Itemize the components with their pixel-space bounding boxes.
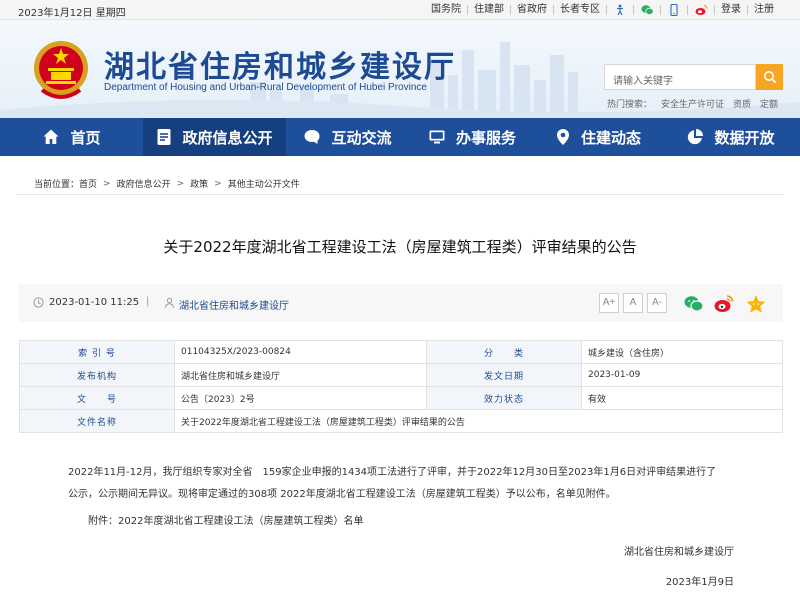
nav-label: 政府信息公开 <box>182 128 273 147</box>
nav-label: 数据开放 <box>714 128 775 147</box>
table-row: 索 引 号 01104325X/2023-00824 分 类 城乡建设（含住房） <box>19 340 783 364</box>
main-nav: 首页 政府信息公开 互动交流 办事服务 住建动态 数据开放 <box>0 118 800 156</box>
national-emblem-logo <box>34 41 88 99</box>
info-value: 2023-01-09 <box>581 363 783 387</box>
breadcrumb: 当前位置： 首页 > 政府信息公开 > 政策 > 其他主动公开文件 <box>34 177 300 191</box>
register-link[interactable]: 注册 <box>748 3 780 16</box>
hot-search-label: 热门搜索： <box>607 100 653 110</box>
meta-separator: | <box>146 296 150 307</box>
chat-icon <box>304 130 320 144</box>
search-input[interactable]: 请输入关键字 <box>604 64 756 90</box>
attachment-link[interactable]: 附件：2022年度湖北省工程建设工法（房屋建筑工程类）名单 <box>88 511 363 533</box>
nav-label: 办事服务 <box>455 128 516 147</box>
info-value: 公告〔2023〕2号 <box>174 386 427 410</box>
font-decrease-button[interactable]: A- <box>647 293 667 313</box>
wechat-share-icon[interactable] <box>683 293 705 315</box>
breadcrumb-label: 当前位置： <box>34 180 80 190</box>
nav-item-services[interactable]: 办事服务 <box>409 118 535 156</box>
info-label: 分 类 <box>426 340 582 364</box>
breadcrumb-separator: > <box>214 178 222 189</box>
weibo-share-icon[interactable] <box>713 293 735 315</box>
document-info-table: 索 引 号 01104325X/2023-00824 分 类 城乡建设（含住房）… <box>19 340 783 433</box>
article-meta-bar: 2023-01-10 11:25 | 湖北省住房和城乡建设厅 A+ A A- <box>19 284 783 322</box>
clock-icon <box>33 297 44 308</box>
site-subtitle: Department of Housing and Urban-Rural De… <box>104 82 427 93</box>
nav-item-gov-info[interactable]: 政府信息公开 <box>143 118 286 156</box>
divider <box>660 4 661 15</box>
table-row: 文件名称 关于2022年度湖北省工程建设工法（房屋建筑工程类）评审结果的公告 <box>19 409 783 433</box>
wechat-icon[interactable] <box>641 4 654 16</box>
divider <box>633 4 634 15</box>
nav-label: 首页 <box>70 128 101 147</box>
divider <box>606 4 607 15</box>
info-label: 文 号 <box>19 386 175 410</box>
breadcrumb-item[interactable]: 其他主动公开文件 <box>228 177 300 190</box>
home-icon <box>43 129 59 144</box>
info-value: 湖北省住房和城乡建设厅 <box>174 363 427 387</box>
weibo-icon[interactable] <box>695 4 708 16</box>
info-label: 索 引 号 <box>19 340 175 364</box>
hot-search-item[interactable]: 资质 <box>733 97 751 110</box>
hot-search-item[interactable]: 定额 <box>760 97 778 110</box>
top-links: 国务院 住建部 省政府 长者专区 登录 注册 <box>425 3 780 16</box>
breadcrumb-separator: > <box>103 178 111 189</box>
article-title: 关于2022年度湖北省工程建设工法（房屋建筑工程类）评审结果的公告 <box>163 238 637 256</box>
current-date: 2023年1月12日 星期四 <box>18 8 126 19</box>
breadcrumb-item[interactable]: 政策 <box>190 177 208 190</box>
nav-item-open-data[interactable]: 数据开放 <box>661 118 800 156</box>
info-value: 01104325X/2023-00824 <box>174 340 427 364</box>
info-label: 效力状态 <box>426 386 582 410</box>
nav-item-home[interactable]: 首页 <box>0 118 143 156</box>
article-paragraph: 公示，公示期间无异议。现将审定通过的308项 2022年度湖北省工程建设工法（房… <box>68 489 616 500</box>
info-label: 发文日期 <box>426 363 582 387</box>
table-row: 文 号 公告〔2023〕2号 效力状态 有效 <box>19 386 783 410</box>
breadcrumb-item[interactable]: 政府信息公开 <box>117 177 171 190</box>
info-value: 关于2022年度湖北省工程建设工法（房屋建筑工程类）评审结果的公告 <box>174 409 783 433</box>
monitor-icon <box>429 130 445 144</box>
publish-time: 2023-01-10 11:25 <box>49 297 140 308</box>
top-bar: 2023年1月12日 星期四 国务院 住建部 省政府 长者专区 登录 注册 <box>0 0 800 20</box>
publisher: 湖北省住房和城乡建设厅 <box>179 301 289 312</box>
accessibility-icon[interactable] <box>614 4 626 16</box>
hot-search: 热门搜索： 安全生产许可证 资质 定额 <box>607 97 787 110</box>
favorite-star-icon[interactable] <box>745 293 767 315</box>
location-icon <box>556 129 569 145</box>
nav-label: 住建动态 <box>580 128 641 147</box>
breadcrumb-separator: > <box>176 178 185 189</box>
site-title: 湖北省住房和城乡建设厅 <box>104 50 456 85</box>
info-value: 城乡建设（含住房） <box>581 340 783 364</box>
info-label: 文件名称 <box>19 409 175 433</box>
top-link-state-council[interactable]: 国务院 <box>425 3 467 16</box>
divider <box>687 4 688 15</box>
login-link[interactable]: 登录 <box>715 3 747 16</box>
hot-search-item[interactable]: 安全生产许可证 <box>661 97 724 110</box>
signature-org: 湖北省住房和城乡建设厅 <box>624 547 734 558</box>
font-default-button[interactable]: A <box>623 293 643 313</box>
user-icon <box>165 297 174 308</box>
nav-item-news[interactable]: 住建动态 <box>535 118 661 156</box>
nav-item-interaction[interactable]: 互动交流 <box>286 118 409 156</box>
nav-label: 互动交流 <box>331 128 392 147</box>
info-value: 有效 <box>581 386 783 410</box>
top-link-province[interactable]: 省政府 <box>511 3 553 16</box>
breadcrumb-item[interactable]: 首页 <box>79 177 97 190</box>
table-row: 发布机构 湖北省住房和城乡建设厅 发文日期 2023-01-09 <box>19 363 783 387</box>
top-link-elderly[interactable]: 长者专区 <box>554 3 606 16</box>
font-increase-button[interactable]: A+ <box>599 293 619 313</box>
site-header: 湖北省住房和城乡建设厅 Department of Housing and Ur… <box>0 20 800 118</box>
document-icon <box>157 129 171 145</box>
mobile-icon[interactable] <box>668 3 680 16</box>
search-button[interactable] <box>756 64 783 90</box>
top-link-ministry[interactable]: 住建部 <box>468 3 510 16</box>
search-icon <box>763 71 776 84</box>
pie-chart-icon <box>688 129 704 145</box>
divider <box>16 194 784 195</box>
article-paragraph: 2022年11月-12月，我厅组织专家对全省 159家企业申报的1434项工法进… <box>68 467 717 478</box>
signature-date: 2023年1月9日 <box>665 577 734 588</box>
info-label: 发布机构 <box>19 363 175 387</box>
